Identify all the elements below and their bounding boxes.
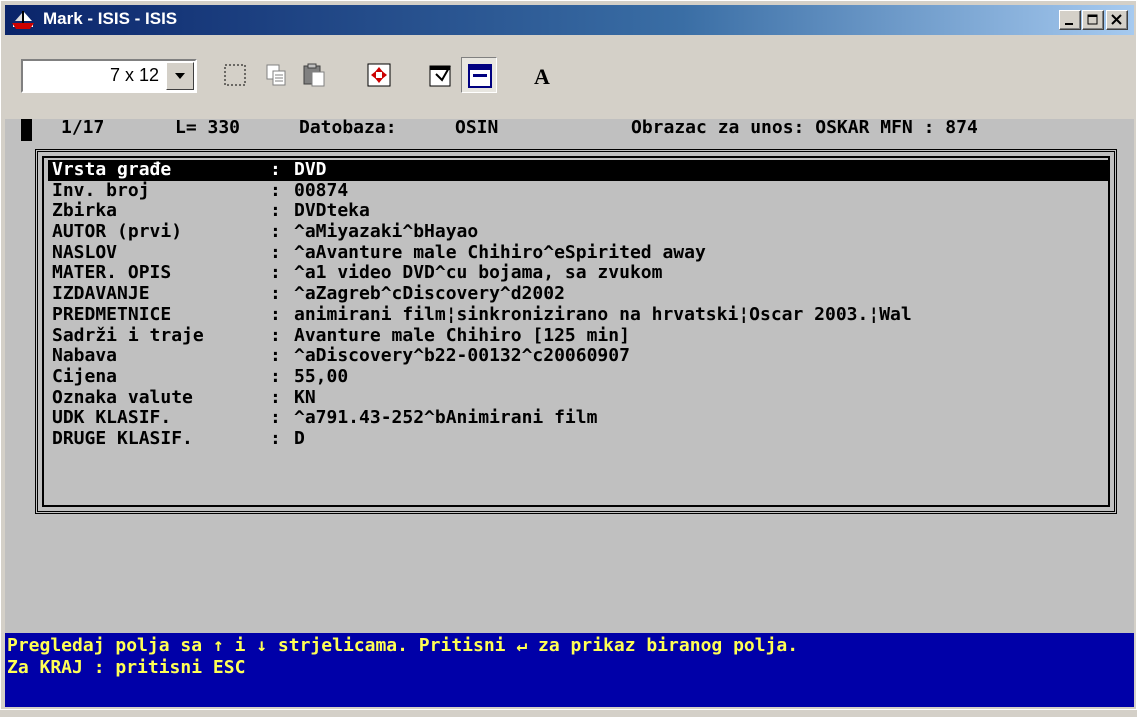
field-row[interactable]: NASLOV: ^aAvanture male Chihiro^eSpirited… [48,241,1108,264]
field-separator: : [270,262,281,284]
field-value: 55,00 [294,366,349,387]
field-separator: : [270,179,281,201]
database-label: Datobaza: [299,117,397,138]
field-row[interactable]: Zbirka: DVDteka [48,201,1108,222]
form-info: Obrazac za unos: OSKAR MFN : 874 [631,117,978,138]
field-row[interactable]: IZDAVANJE: ^aZagreb^cDiscovery^d2002 [48,284,1108,305]
field-label: Vrsta građe [52,159,172,180]
field-value: ^aMiyazaki^bHayao [294,222,479,243]
close-icon [1111,14,1122,25]
field-separator: : [270,283,281,305]
record-length: L= 330 [175,117,241,138]
field-separator: : [270,365,281,387]
chevron-down-icon [175,73,185,79]
background-button[interactable] [461,57,497,93]
window-title: Mark - ISIS - ISIS [43,9,178,28]
field-row[interactable]: Vrsta građe: DVD [48,160,1108,181]
field-label: Zbirka [52,200,118,222]
close-button[interactable] [1106,10,1128,30]
properties-button[interactable] [423,57,459,93]
font-a-icon: A [534,64,550,88]
field-separator: : [270,324,281,346]
toolbar: 7 x 12 A [5,37,1134,119]
cursor-block [21,119,32,141]
properties-icon [429,65,451,87]
copy-icon [266,64,286,86]
field-row[interactable]: UDK KLASIF.: ^a791.43-252^bAnimirani film [48,408,1108,429]
field-value: Avanture male Chihiro [125 min] [294,325,630,346]
font-button[interactable]: A [525,57,561,93]
field-value: ^aAvanture male Chihiro^eSpirited away [294,242,706,263]
minimize-icon [1065,23,1073,25]
field-separator: : [270,159,281,180]
field-label: PREDMETNICE [52,303,172,325]
field-value: 00874 [294,180,349,201]
field-label: NASLOV [52,241,118,263]
field-separator: : [270,427,281,449]
help-bar: Pregledaj polja sa ↑ i ↓ strjelicama. Pr… [5,633,1134,707]
status-line: 1/17 L= 330 Datobaza: OSIN Obrazac za un… [5,117,1134,141]
field-row[interactable]: Cijena:55,00 [48,365,1108,388]
field-value: ^aZagreb^cDiscovery^d2002 [294,284,565,305]
field-value: DVD [294,160,327,180]
field-row[interactable]: MATER. OPIS: ^a1 video DVD^cu bojama, sa … [48,263,1108,284]
record-counter: 1/17 [61,117,105,138]
application-window: Mark - ISIS - ISIS 7 x 12 A 1/17 L= 330 … [0,0,1137,710]
console-area[interactable]: 1/17 L= 330 Datobaza: OSIN Obrazac za un… [5,117,1134,707]
font-size-value: 7 x 12 [109,65,159,85]
field-row[interactable]: Inv. broj:00874 [48,179,1108,202]
field-value: ^aDiscovery^b22-00132^c20060907 [294,346,630,367]
window-icon [468,64,492,88]
field-separator: : [270,386,281,408]
field-value: KN [294,387,316,408]
field-label: AUTOR (prvi) [52,221,183,243]
paste-button[interactable] [297,57,333,93]
field-row[interactable]: PREDMETNICE: animirani film¦sinkroniziran… [48,303,1108,326]
field-separator: : [270,221,281,243]
minimize-button[interactable] [1059,10,1081,30]
record-frame: Vrsta građe: DVD Inv. broj:00874 Zbirka: DVD… [35,149,1117,514]
title-bar[interactable]: Mark - ISIS - ISIS [5,5,1134,35]
field-separator: : [270,200,281,222]
field-label: DRUGE KLASIF. [52,427,193,449]
mark-selection-icon [224,64,246,86]
app-ship-icon [12,11,34,29]
field-separator: : [270,407,281,429]
field-row[interactable]: Oznaka valute: KN [48,386,1108,409]
field-list: Vrsta građe: DVD Inv. broj:00874 Zbirka: DVD… [48,160,1108,450]
field-label: Cijena [52,365,118,387]
field-label: Oznaka valute [52,386,193,408]
field-row[interactable]: Sadrži i traje: Avanture male Chihiro [12… [48,324,1108,347]
field-label: Sadrži i traje [52,324,204,346]
maximize-button[interactable] [1082,10,1104,30]
field-row[interactable]: Nabava: ^aDiscovery^b22-00132^c20060907 [48,346,1108,367]
field-row[interactable]: AUTOR (prvi): ^aMiyazaki^bHayao [48,222,1108,243]
field-separator: : [270,345,281,367]
field-value: ^a1 video DVD^cu bojama, sa zvukom [294,263,663,284]
mark-button[interactable] [217,57,253,93]
paste-icon [303,63,325,87]
full-screen-button[interactable] [361,57,397,93]
field-value: DVDteka [294,201,370,222]
field-separator: : [270,303,281,325]
copy-button[interactable] [259,57,295,93]
help-line-1: Pregledaj polja sa ↑ i ↓ strjelicama. Pr… [7,635,799,656]
svg-text:A: A [534,64,550,88]
field-label: Nabava [52,345,118,367]
field-label: UDK KLASIF. [52,407,172,429]
dropdown-button[interactable] [166,62,194,90]
field-value: animirani film¦sinkronizirano na hrvatsk… [294,304,912,325]
help-line-2: Za KRAJ : pritisni ESC [7,657,246,678]
field-label: MATER. OPIS [52,262,172,284]
font-size-select[interactable]: 7 x 12 [21,59,197,93]
field-value: D [294,428,305,449]
fullscreen-icon [367,63,391,87]
database-name: OSIN [455,117,499,138]
field-label: IZDAVANJE [52,283,150,305]
field-separator: : [270,241,281,263]
field-value: ^a791.43-252^bAnimirani film [294,408,598,429]
field-row[interactable]: DRUGE KLASIF.: D [48,427,1108,450]
field-label: Inv. broj [52,179,150,201]
maximize-icon [1087,14,1098,25]
